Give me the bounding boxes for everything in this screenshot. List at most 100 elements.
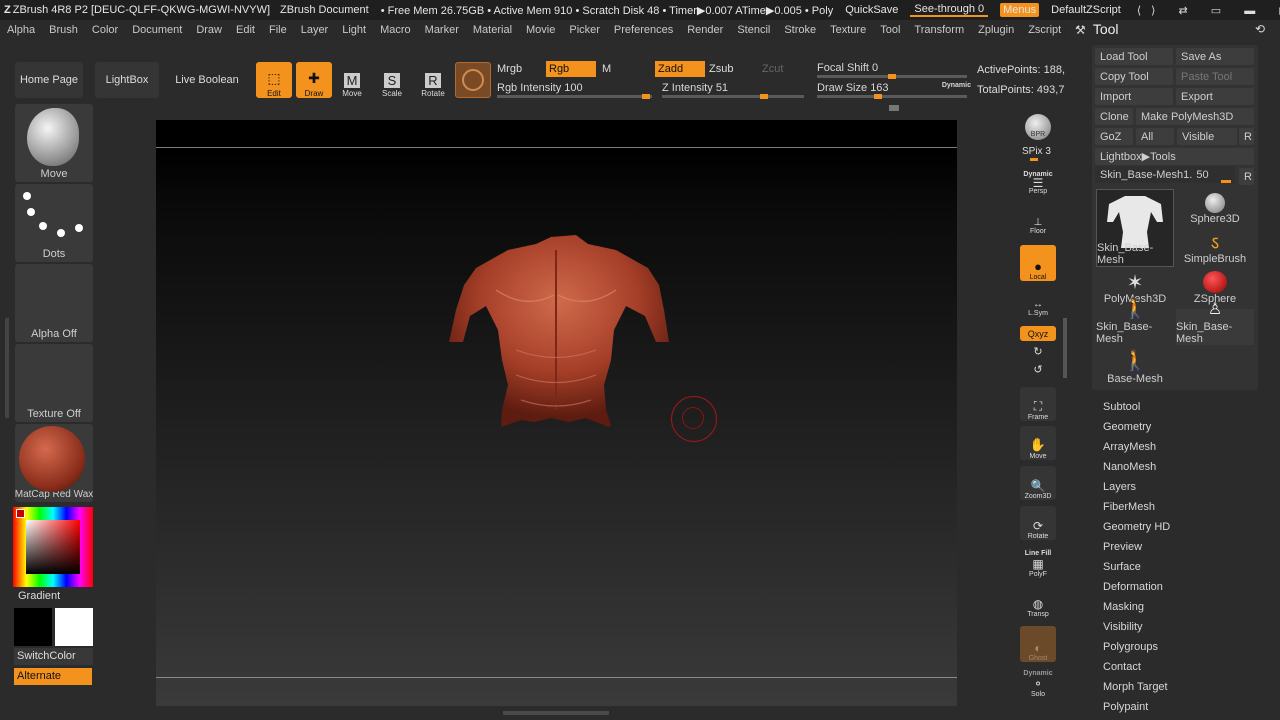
canvas-scroll-indicator[interactable] — [503, 711, 609, 715]
menu-render[interactable]: Render — [680, 24, 730, 36]
dynamic-toggle[interactable]: Dynamic — [942, 82, 971, 89]
current-tool-slider[interactable]: Skin_Base-Mesh1. 50 — [1095, 166, 1235, 183]
seethrough-slider[interactable]: See-through 0 — [910, 3, 989, 17]
stroke-selector[interactable]: Dots — [15, 184, 93, 262]
color-picker[interactable] — [13, 507, 93, 587]
menu-draw[interactable]: Draw — [189, 24, 229, 36]
edit-mode-button[interactable]: ⬚ Edit — [256, 62, 292, 98]
menu-stroke[interactable]: Stroke — [777, 24, 823, 36]
tool-thumb-skin-base-mesh-3[interactable]: ♙ Skin_Base-Mesh — [1176, 301, 1254, 345]
draw-size-slider[interactable]: Draw Size 163 Dynamic — [817, 82, 971, 99]
menu-color[interactable]: Color — [85, 24, 125, 36]
floor-button[interactable]: ⊥ Floor — [1020, 205, 1056, 235]
clone-button[interactable]: Clone — [1095, 108, 1133, 125]
persp-button[interactable]: Dynamic ☰ Persp — [1020, 163, 1056, 195]
menu-macro[interactable]: Macro — [373, 24, 418, 36]
menu-layer[interactable]: Layer — [294, 24, 336, 36]
secondary-color[interactable] — [14, 608, 52, 646]
scale-mode-button[interactable]: S Scale — [374, 62, 410, 98]
draw-mode-button[interactable]: ✚ Draw — [296, 62, 332, 98]
tool-thumb-sphere3d[interactable]: Sphere3D — [1176, 189, 1254, 225]
subpalette-surface[interactable]: Surface — [1103, 557, 1263, 577]
menu-zplugin[interactable]: Zplugin — [971, 24, 1021, 36]
subpalette-polypaint[interactable]: Polypaint — [1103, 697, 1263, 717]
subpalette-morph-target[interactable]: Morph Target — [1103, 677, 1263, 697]
home-page-button[interactable]: Home Page — [15, 62, 83, 98]
tool-thumb-skin-base-mesh[interactable]: Skin_Base-Mesh — [1096, 189, 1174, 267]
texture-selector[interactable]: Texture Off — [15, 344, 93, 422]
subpalette-contact[interactable]: Contact — [1103, 657, 1263, 677]
rotate-view-button[interactable]: ⟳ Rotate — [1020, 506, 1056, 540]
move-mode-button[interactable]: M Move — [334, 62, 370, 98]
rgb-intensity-slider[interactable]: Rgb Intensity 100 — [497, 82, 652, 99]
z-intensity-slider[interactable]: Z Intensity 51 — [662, 82, 804, 99]
solo-button[interactable]: Dynamic ⚬ Solo — [1020, 664, 1056, 698]
menu-light[interactable]: Light — [335, 24, 373, 36]
material-swatch-button[interactable] — [455, 62, 491, 98]
subpalette-fibermesh[interactable]: FiberMesh — [1103, 497, 1263, 517]
rotate-mode-button[interactable]: R Rotate — [415, 62, 451, 98]
rotate-z-button[interactable]: ↺ — [1020, 362, 1056, 376]
subpalette-arraymesh[interactable]: ArrayMesh — [1103, 437, 1263, 457]
tool-thumb-skin-base-mesh-2[interactable]: 🚶 Skin_Base-Mesh — [1096, 298, 1174, 345]
torso-model[interactable] — [156, 120, 957, 706]
frame-button[interactable]: ⛶ Frame — [1020, 387, 1056, 421]
ghost-button[interactable]: ◐ Ghost — [1020, 626, 1056, 662]
m-button[interactable]: M — [602, 63, 611, 75]
visible-button[interactable]: Visible — [1177, 128, 1237, 145]
goz-button[interactable]: GoZ — [1095, 128, 1133, 145]
bpr-button[interactable]: BPR — [1020, 108, 1056, 140]
menu-material[interactable]: Material — [466, 24, 519, 36]
tool-thumb-simplebrush[interactable]: ऽ SimpleBrush — [1176, 229, 1254, 265]
subpalette-deformation[interactable]: Deformation — [1103, 577, 1263, 597]
menu-movie[interactable]: Movie — [519, 24, 562, 36]
left-scrollbar[interactable] — [5, 318, 9, 418]
subpalette-geometry-hd[interactable]: Geometry HD — [1103, 517, 1263, 537]
menu-marker[interactable]: Marker — [418, 24, 466, 36]
make-polymesh-button[interactable]: Make PolyMesh3D — [1136, 108, 1254, 125]
zsub-button[interactable]: Zsub — [709, 63, 733, 75]
menu-picker[interactable]: Picker — [562, 24, 607, 36]
subpalette-polygroups[interactable]: Polygroups — [1103, 637, 1263, 657]
transp-button[interactable]: ◍ Transp — [1020, 586, 1056, 618]
window-controls[interactable]: ⟨⟩ ⇄ ▭ ▬ ▢ ✕ — [1137, 4, 1280, 17]
lsym-button[interactable]: ↔ L.Sym — [1020, 293, 1056, 317]
menu-zscript[interactable]: Zscript — [1021, 24, 1068, 36]
load-tool-button[interactable]: Load Tool — [1095, 48, 1173, 65]
subpalette-subtool[interactable]: Subtool — [1103, 397, 1263, 417]
menu-document[interactable]: Document — [125, 24, 189, 36]
switch-color-button[interactable]: SwitchColor — [14, 648, 93, 665]
menus-button[interactable]: Menus — [1000, 3, 1040, 17]
subpalette-geometry[interactable]: Geometry — [1103, 417, 1263, 437]
copy-tool-button[interactable]: Copy Tool — [1095, 68, 1173, 85]
tool-thumb-base-mesh[interactable]: 🚶 Base-Mesh — [1096, 347, 1174, 385]
all-button[interactable]: All — [1136, 128, 1174, 145]
rotate-y-button[interactable]: ↻ — [1020, 344, 1056, 358]
menu-brush[interactable]: Brush — [42, 24, 85, 36]
r-button[interactable]: R — [1239, 128, 1254, 145]
canvas-scroll-thumb[interactable] — [889, 105, 899, 111]
quicksave-button[interactable]: QuickSave — [845, 4, 898, 16]
spix-slider[interactable]: SPix 3 — [1022, 146, 1051, 161]
document-canvas[interactable] — [156, 120, 957, 706]
live-boolean-button[interactable]: Live Boolean — [170, 62, 244, 98]
zcut-button[interactable]: Zcut — [762, 63, 783, 75]
menu-edit[interactable]: Edit — [229, 24, 262, 36]
tool-palette-header[interactable]: ⚒ Tool ⟲ — [1075, 21, 1270, 39]
menu-preferences[interactable]: Preferences — [607, 24, 680, 36]
import-button[interactable]: Import — [1095, 88, 1173, 105]
default-zscript-button[interactable]: DefaultZScript — [1051, 4, 1121, 16]
rgb-button[interactable]: Rgb — [546, 61, 596, 77]
local-button[interactable]: ● Local — [1020, 245, 1056, 281]
polyframe-button[interactable]: Line Fill ▦ PolyF — [1020, 544, 1056, 578]
menu-transform[interactable]: Transform — [907, 24, 971, 36]
lightbox-button[interactable]: LightBox — [95, 62, 159, 98]
palette-refresh-icon[interactable]: ⟲ — [1255, 22, 1265, 36]
r2-button[interactable]: R — [1239, 168, 1254, 185]
lightbox-tools-button[interactable]: Lightbox▶Tools — [1095, 148, 1254, 165]
gradient-toggle[interactable]: Gradient — [18, 590, 60, 602]
subpalette-preview[interactable]: Preview — [1103, 537, 1263, 557]
paste-tool-button[interactable]: Paste Tool — [1176, 68, 1254, 85]
menu-texture[interactable]: Texture — [823, 24, 873, 36]
right-scrollbar[interactable] — [1063, 318, 1067, 378]
